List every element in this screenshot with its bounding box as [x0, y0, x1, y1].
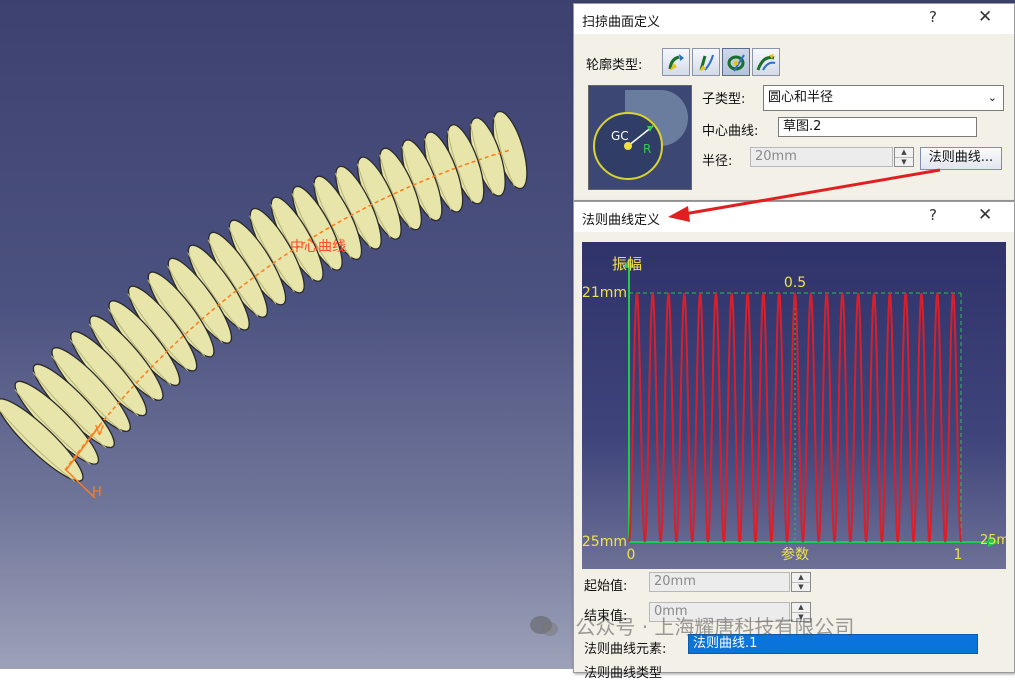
close-button[interactable]: ✕	[978, 7, 992, 27]
x-axis-label: 参数	[781, 546, 809, 563]
profile-type-explicit-button[interactable]	[662, 48, 690, 76]
y-bottom-tick-label: -25mm	[582, 534, 627, 550]
x-end-tick-label: 1	[954, 547, 963, 563]
law-type-label: 法则曲线类型	[584, 666, 663, 681]
wechat-icon	[529, 614, 559, 638]
law-dialog-titlebar: 法则曲线定义 ? ✕	[574, 202, 1014, 232]
preview-center-label: GC	[611, 129, 629, 143]
sweep-dialog-title: 扫掠曲面定义	[582, 15, 661, 30]
sweep-surface-dialog: 扫掠曲面定义 ? ✕ 轮廓类型: GC R 子类型: 圆心和半径 ⌄ 中心曲线:…	[573, 3, 1015, 201]
help-button[interactable]: ?	[929, 8, 937, 26]
subtype-select-value: 圆心和半径	[768, 90, 834, 105]
spinner-down-icon[interactable]: ▼	[895, 158, 913, 167]
preview-radius-label: R	[643, 142, 652, 156]
circle-profile-icon	[727, 54, 745, 72]
law-chart-plot: 振幅 21mm -25mm 0.5 0 参数 1 25mm	[582, 255, 1006, 563]
watermark-text: 公众号 · 上海耀唐科技有限公司	[575, 615, 855, 639]
help-button[interactable]: ?	[929, 206, 937, 224]
radius-spinner[interactable]: ▲ ▼	[894, 147, 914, 167]
start-value-field[interactable]: 20mm	[649, 572, 790, 592]
spinner-down-icon[interactable]: ▼	[792, 583, 810, 592]
law-chart: 振幅 21mm -25mm 0.5 0 参数 1 25mm	[582, 242, 1006, 569]
y-top-tick-label: 21mm	[582, 285, 627, 301]
axis-h-label: H	[92, 485, 102, 500]
profile-type-line-button[interactable]	[692, 48, 720, 76]
start-value-label: 起始值:	[584, 579, 628, 594]
chevron-down-icon: ⌄	[987, 91, 997, 104]
radius-field[interactable]: 20mm	[750, 147, 893, 167]
circle-profile-preview	[593, 90, 688, 180]
x-axis-right-label: 25mm	[980, 533, 1006, 548]
y-axis-label: 振幅	[612, 255, 642, 273]
profile-type-label: 轮廓类型:	[586, 58, 643, 73]
subtype-select[interactable]: 圆心和半径 ⌄	[763, 85, 1004, 111]
close-button[interactable]: ✕	[978, 205, 992, 225]
explicit-profile-icon	[668, 54, 684, 71]
watermark: 公众号 · 上海耀唐科技有限公司	[529, 611, 854, 641]
radius-label: 半径:	[702, 154, 733, 169]
center-curve-label: 中心曲线	[290, 239, 346, 255]
spinner-up-icon[interactable]: ▲	[895, 148, 913, 158]
profile-preview-image: GC R	[588, 85, 692, 190]
profile-type-conic-button[interactable]	[752, 48, 780, 76]
spinner-up-icon[interactable]: ▲	[792, 573, 810, 583]
axis-v-label: V	[95, 424, 104, 439]
law-dialog-title: 法则曲线定义	[582, 213, 661, 228]
subtype-label: 子类型:	[702, 92, 746, 107]
law-curve-dialog: 法则曲线定义 ? ✕ 振幅 21mm -25mm 0.5 0 参数 1 25mm 起始值: 2…	[573, 201, 1015, 681]
sweep-surface-model: 中心曲线 V H	[0, 110, 528, 500]
law-curve-button[interactable]: 法则曲线...	[920, 147, 1002, 170]
start-value-spinner[interactable]: ▲ ▼	[791, 572, 811, 592]
x-mid-tick-label: 0.5	[784, 275, 806, 291]
conic-profile-icon	[756, 54, 776, 71]
center-curve-field[interactable]: 草图.2	[778, 117, 977, 137]
line-profile-icon	[699, 54, 714, 71]
sweep-dialog-titlebar: 扫掠曲面定义 ? ✕	[574, 4, 1014, 34]
profile-type-circle-button[interactable]	[722, 48, 750, 76]
x-start-tick-label: 0	[627, 547, 636, 563]
center-curve-label: 中心曲线:	[702, 124, 759, 139]
